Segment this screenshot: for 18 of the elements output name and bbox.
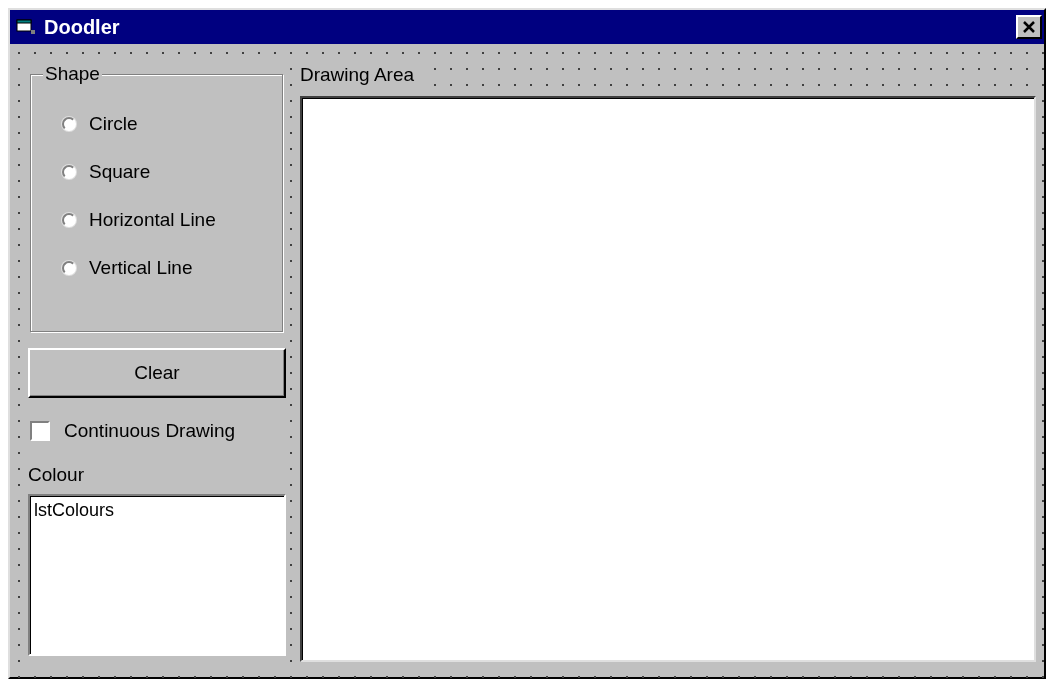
colour-label: Colour: [28, 464, 85, 486]
checkbox[interactable]: [30, 421, 50, 441]
radio-label: Vertical Line: [89, 257, 193, 279]
radio-button[interactable]: [62, 213, 76, 227]
radio-button[interactable]: [62, 117, 76, 131]
colour-list[interactable]: lstColours: [28, 494, 286, 656]
radio-label: Square: [89, 161, 151, 183]
close-button[interactable]: [1016, 15, 1042, 39]
radio-label: Circle: [89, 113, 138, 135]
close-icon: [1022, 21, 1036, 33]
radio-button[interactable]: [62, 261, 76, 275]
window-title: Doodler: [44, 15, 121, 39]
list-item[interactable]: lstColours: [34, 500, 280, 521]
radio-label: Horizontal Line: [89, 209, 216, 231]
radio-button[interactable]: [62, 165, 76, 179]
clear-button[interactable]: Clear: [28, 348, 286, 398]
checkbox-label: Continuous Drawing: [64, 420, 236, 442]
app-icon: [16, 18, 38, 36]
